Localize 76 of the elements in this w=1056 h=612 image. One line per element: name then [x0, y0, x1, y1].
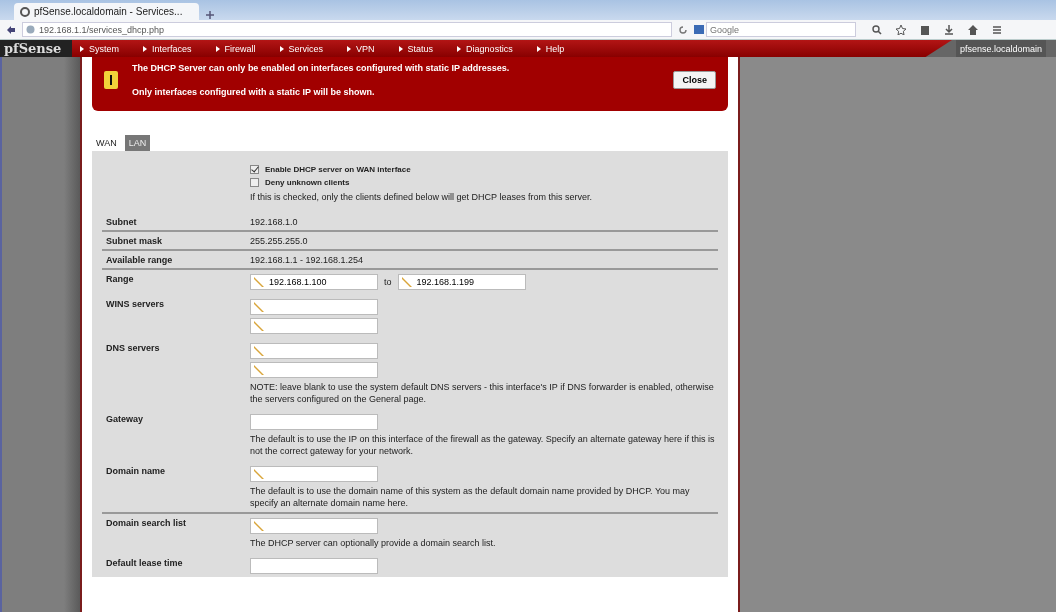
field-label: Domain name — [105, 466, 166, 478]
field-value: 192.168.1.1 - 192.168.1.254 — [250, 255, 365, 265]
checkbox-label: Enable DHCP server on WAN interface — [265, 165, 411, 174]
globe-icon — [26, 25, 35, 34]
input-field[interactable] — [250, 299, 378, 315]
browser-tab[interactable]: pfSense.localdomain - Services... — [14, 3, 199, 20]
range-separator: to — [384, 277, 392, 287]
input-field[interactable] — [250, 558, 378, 574]
search-field[interactable]: Google — [706, 22, 856, 37]
input-field[interactable] — [250, 343, 378, 359]
input-field[interactable]: 192.168.1.100 — [250, 274, 378, 290]
address-bar[interactable]: 192.168.1.1/services_dhcp.php — [22, 22, 672, 37]
pencil-icon — [253, 520, 265, 532]
triangle-icon — [398, 45, 403, 52]
menu-item[interactable]: Interfaces — [143, 43, 192, 54]
input-field[interactable]: 192.168.1.199 — [397, 274, 526, 290]
help-text: The default is to use the IP on this interface of the firewall as the gateway. Specify an alternate gateway here if this is not the correct gateway for your network. — [250, 433, 716, 457]
triangle-icon — [536, 45, 541, 52]
menu-icon[interactable] — [992, 24, 1002, 35]
plus-icon[interactable] — [205, 10, 215, 20]
pencil-icon — [253, 364, 265, 376]
field-label: Subnet mask — [105, 236, 164, 246]
field-label: Subnet — [105, 217, 138, 227]
field-label: WINS servers — [105, 299, 166, 311]
help-text: NOTE: leave blank to use the system default DNS servers - this interface's IP if DNS forwarder is enabled, otherwise the servers configured on the General page. — [250, 381, 715, 405]
triangle-icon — [215, 45, 220, 52]
field-label: Range — [105, 274, 135, 286]
input-field[interactable] — [250, 466, 378, 482]
pencil-icon — [253, 301, 265, 313]
help-text: If this is checked, only the clients defined below will get DHCP leases from this server. — [250, 191, 593, 203]
triangle-icon — [457, 45, 462, 52]
menu-item[interactable]: Help — [536, 43, 565, 54]
field-value: 192.168.1.0 — [250, 217, 299, 227]
interface-tab[interactable]: LAN — [124, 135, 151, 151]
menu-item[interactable]: Diagnostics — [457, 43, 513, 54]
checkbox[interactable] — [250, 178, 259, 187]
field-label: Gateway — [105, 414, 145, 426]
pencil-icon — [253, 345, 265, 357]
close-button[interactable]: Close — [673, 71, 716, 89]
checkbox[interactable] — [250, 165, 259, 174]
menu-item[interactable]: VPN — [347, 43, 375, 54]
help-text: The default is to use the domain name of this system as the default domain name provided by DHCP. You may specify an alternate domain name here. — [250, 485, 691, 509]
input-field[interactable] — [250, 318, 378, 334]
field-label: Domain search list — [105, 518, 188, 530]
triangle-icon — [80, 45, 84, 52]
home-icon[interactable] — [968, 24, 978, 35]
hostname: pfsense.localdomain — [960, 43, 1043, 54]
help-text: The DHCP server can optionally provide a domain search list. — [250, 537, 497, 549]
input-field[interactable] — [250, 518, 378, 534]
logo: pfSense — [0, 40, 72, 57]
alert-message: Only interfaces configured with a static IP will be shown. — [132, 87, 376, 97]
pencil-icon — [253, 276, 265, 288]
menu-item[interactable]: Firewall — [215, 43, 256, 54]
input-field[interactable] — [250, 362, 378, 378]
menu-item[interactable]: Services — [279, 43, 324, 54]
pencil-icon — [253, 320, 265, 332]
triangle-icon — [143, 45, 147, 52]
reload-icon[interactable] — [678, 24, 688, 35]
pencil-icon — [253, 468, 265, 480]
input-field[interactable] — [250, 414, 378, 430]
field-label: Default lease time — [105, 558, 184, 570]
checkbox-label: Deny unknown clients — [265, 178, 350, 187]
menu-item[interactable]: System — [80, 43, 119, 54]
field-value: 255.255.255.0 — [250, 236, 309, 246]
field-label: DNS servers — [105, 343, 161, 355]
star-icon[interactable] — [896, 24, 906, 35]
field-label: Available range — [105, 255, 174, 265]
warning-icon — [104, 71, 118, 89]
alert-message: The DHCP Server can only be enabled on interfaces configured with static IP addresses. — [132, 63, 511, 73]
triangle-icon — [279, 45, 284, 52]
search-icon[interactable] — [872, 24, 882, 35]
back-arrow-icon[interactable] — [6, 24, 16, 35]
download-icon[interactable] — [944, 24, 954, 35]
menu-item[interactable]: Status — [398, 43, 434, 54]
triangle-icon — [347, 45, 352, 52]
pencil-icon — [400, 276, 413, 288]
